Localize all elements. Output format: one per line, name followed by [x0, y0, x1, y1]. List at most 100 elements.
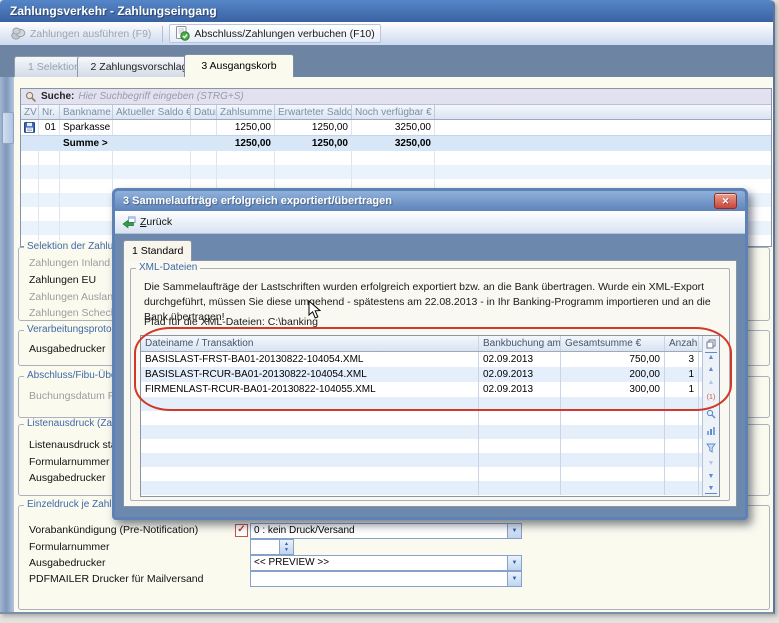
spinner-arrows-icon[interactable]: ▲▼ — [279, 540, 293, 554]
ausgabedrucker-dropdown[interactable]: << PREVIEW >> ▼ — [250, 555, 522, 571]
col-bankname[interactable]: Bankname — [60, 105, 113, 119]
cell-count: 1 — [665, 382, 699, 397]
files-table: Dateiname / Transaktion Bankbuchung am G… — [140, 335, 720, 497]
money-icon — [11, 27, 26, 40]
cell-file: BASISLAST-FRST-BA01-20130822-104054.XML — [141, 352, 479, 367]
chevron-down-icon[interactable]: ▼ — [507, 572, 521, 586]
xml-path: Pfad für die XML-Dateien: C:\banking — [144, 316, 318, 328]
empty-row — [141, 425, 719, 439]
field-ausgabedrucker-protokoll: Ausgabedrucker — [29, 343, 105, 355]
col-gesamtsumme[interactable]: Gesamtsumme € — [561, 336, 665, 351]
pdfmailer-dropdown[interactable]: ▼ — [250, 571, 522, 587]
dialog-content-panel: XML-Dateien Die Sammelaufträge der Lasts… — [123, 260, 737, 507]
col-nr[interactable]: Nr. — [39, 105, 60, 119]
post-payments-button[interactable]: Abschluss/Zahlungen verbuchen (F10) — [169, 24, 380, 43]
col-bankbuchung[interactable]: Bankbuchung am — [479, 336, 561, 351]
cell-count: 3 — [665, 352, 699, 367]
col-erwarteter-saldo[interactable]: Erwarteter Saldo € — [275, 105, 352, 119]
empty-row — [141, 439, 719, 453]
main-toolbar: Zahlungen ausführen (F9) Abschluss/Zahlu… — [0, 22, 773, 46]
empty-row — [21, 151, 771, 165]
field-zahlungen-schecks: Zahlungen Schecke — [29, 307, 122, 319]
file-row[interactable]: BASISLAST-RCUR-BA01-20130822-104054.XML … — [141, 367, 719, 382]
tab-ausgangskorb[interactable]: 3 Ausgangskorb — [184, 54, 294, 77]
field-zahlungen-eu: Zahlungen EU — [29, 274, 96, 286]
field-ausgabedrucker-liste: Ausgabedrucker — [29, 472, 105, 484]
left-scrollbar[interactable] — [0, 77, 14, 612]
ausgabedrucker-value: << PREVIEW >> — [251, 556, 507, 570]
page-down-icon[interactable]: ▼ — [705, 458, 717, 469]
app-window: Zahlungsverkehr - Zahlungseingang Zahlun… — [0, 0, 775, 614]
group-einzeldruck: Einzeldruck je Zahlung Vorabankündigung … — [18, 505, 770, 610]
tab-strip: 1 Selektion 2 Zahlungsvorschlag 3 Ausgan… — [0, 45, 773, 77]
cell-total: 300,00 — [561, 382, 665, 397]
window-title: Zahlungsverkehr - Zahlungseingang — [10, 4, 217, 18]
page-up-icon[interactable]: ▲ — [705, 377, 717, 388]
tab-zahlungsvorschlag[interactable]: 2 Zahlungsvorschlag — [77, 56, 201, 77]
xml-dateien-group: XML-Dateien Die Sammelaufträge der Lasts… — [130, 268, 730, 501]
search-icon[interactable] — [705, 408, 717, 419]
cell-count: 1 — [665, 367, 699, 382]
cell-booked: 02.09.2013 — [479, 382, 561, 397]
scroll-bottom-icon[interactable]: ▼ — [705, 484, 717, 494]
formularnummer-label: Formularnummer — [29, 541, 110, 553]
col-noch-verfuegbar[interactable]: Noch verfügbar € — [352, 105, 435, 119]
scrollbar-thumb[interactable] — [2, 112, 14, 144]
execute-payments-button[interactable]: Zahlungen ausführen (F9) — [6, 26, 156, 41]
scroll-up-icon[interactable]: ▲ — [705, 364, 717, 375]
window-titlebar: Zahlungsverkehr - Zahlungseingang — [0, 0, 773, 22]
cell-summe-noch-verfuegbar: 3250,00 — [352, 136, 435, 151]
prenotify-dropdown[interactable]: 0 : kein Druck/Versand ▼ — [250, 523, 522, 539]
dialog-toolbar: Zurück — [115, 211, 745, 234]
filter-icon[interactable] — [705, 442, 717, 453]
col-dateiname[interactable]: Dateiname / Transaktion — [141, 336, 479, 351]
files-table-header[interactable]: Dateiname / Transaktion Bankbuchung am G… — [141, 336, 719, 352]
table-side-toolbar: ▲ ▲ ▲ (1) — [702, 336, 719, 496]
copy-icon[interactable] — [705, 338, 717, 349]
col-zahlsumme[interactable]: Zahlsumme € — [217, 105, 275, 119]
field-zahlungen-ausland: Zahlungen Ausland — [29, 291, 119, 303]
back-button[interactable]: Zurück — [122, 216, 172, 229]
screen: Zahlungsverkehr - Zahlungseingang Zahlun… — [0, 0, 779, 623]
cell-summe-erwarteter-saldo: 1250,00 — [275, 136, 352, 151]
xml-dateien-title: XML-Dateien — [136, 262, 200, 273]
scroll-down-icon[interactable]: ▼ — [705, 471, 717, 482]
cell-file: FIRMENLAST-RCUR-BA01-20130822-104055.XML — [141, 382, 479, 397]
back-label: Zurück — [140, 216, 172, 228]
cell-file: BASISLAST-RCUR-BA01-20130822-104054.XML — [141, 367, 479, 382]
ausgabedrucker-label: Ausgabedrucker — [29, 557, 105, 569]
field-zahlungen-inland: Zahlungen Inland — [29, 257, 110, 269]
chevron-down-icon[interactable]: ▼ — [507, 556, 521, 570]
bank-table-header[interactable]: ZV Nr. Bankname Aktueller Saldo € Datum … — [21, 105, 771, 120]
col-anzahl[interactable]: Anzahl — [665, 336, 699, 351]
search-bar[interactable]: Suche: Hier Suchbegriff eingeben (STRG+S… — [21, 89, 771, 105]
search-icon — [25, 91, 37, 103]
export-dialog: 3 Sammelaufträge erfolgreich exportiert/… — [112, 188, 748, 520]
empty-row — [141, 411, 719, 425]
file-row[interactable]: BASISLAST-FRST-BA01-20130822-104054.XML … — [141, 352, 719, 367]
back-icon — [122, 216, 136, 229]
col-aktueller-saldo[interactable]: Aktueller Saldo € — [113, 105, 191, 119]
cell-aktueller-saldo — [113, 120, 191, 135]
dialog-titlebar: 3 Sammelaufträge erfolgreich exportiert/… — [115, 191, 745, 211]
prenotify-label: Vorabankündigung (Pre-Notification) — [29, 524, 198, 536]
bank-row-sparkasse[interactable]: 01 Sparkasse 1250,00 1250,00 3250,00 — [21, 120, 771, 135]
file-row[interactable]: FIRMENLAST-RCUR-BA01-20130822-104055.XML… — [141, 382, 719, 397]
chevron-down-icon[interactable]: ▼ — [507, 524, 521, 538]
search-placeholder: Hier Suchbegriff eingeben (STRG+S) — [78, 91, 243, 102]
post-payments-label: Abschluss/Zahlungen verbuchen (F10) — [194, 28, 374, 40]
formularnummer-spinner[interactable]: ▲▼ — [250, 539, 294, 555]
cell-nr: 01 — [39, 120, 60, 135]
toolbar-separator — [162, 26, 163, 42]
cell-erwarteter-saldo: 1250,00 — [275, 120, 352, 135]
close-icon[interactable]: ✕ — [714, 193, 737, 209]
tab-standard[interactable]: 1 Standard — [123, 240, 192, 261]
chart-icon[interactable] — [705, 425, 717, 436]
pdfmailer-value — [251, 572, 507, 586]
prenotify-checkbox[interactable]: ✓ — [235, 524, 248, 537]
col-datum[interactable]: Datum — [191, 105, 217, 119]
scroll-top-icon[interactable]: ▲ — [705, 352, 717, 362]
mouse-cursor — [308, 300, 321, 320]
col-zv[interactable]: ZV — [21, 105, 39, 119]
cell-noch-verfuegbar: 3250,00 — [352, 120, 435, 135]
